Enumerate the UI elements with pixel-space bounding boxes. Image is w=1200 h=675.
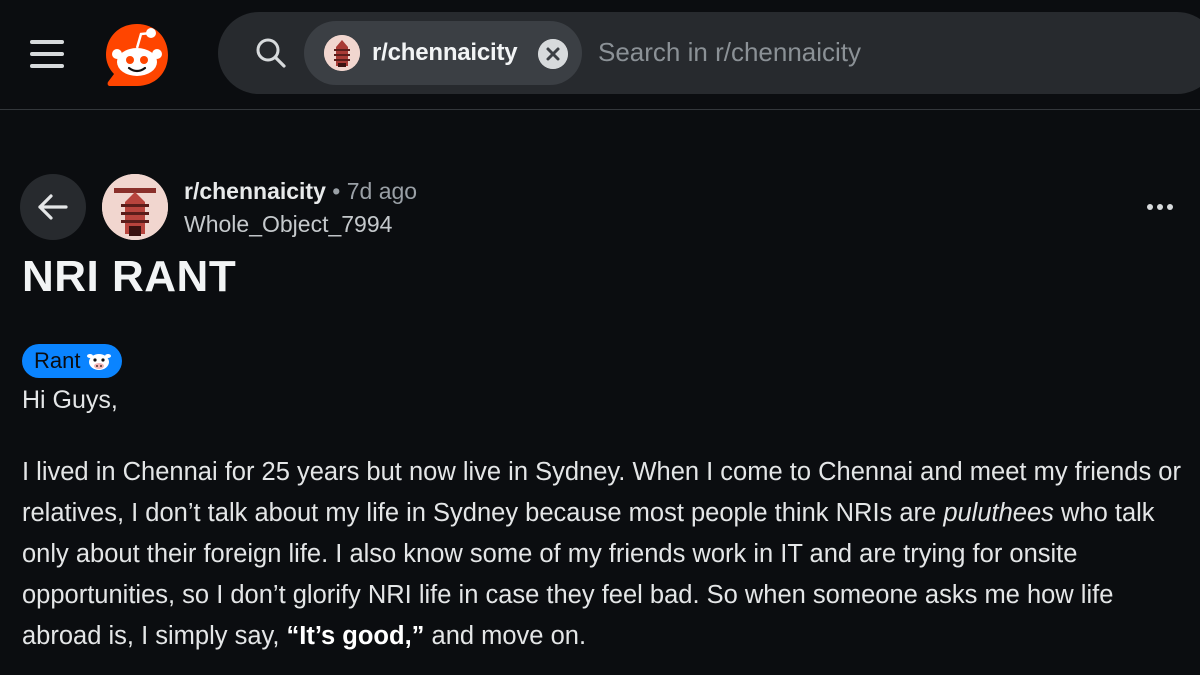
author-link[interactable]: Whole_Object_7994	[184, 211, 392, 238]
post-meta: r/chennaicity • 7d ago	[184, 178, 417, 205]
search-bar[interactable]: r/chennaicity Search in r/chennaicity	[218, 12, 1200, 94]
search-icon[interactable]	[254, 36, 288, 70]
close-circle-icon[interactable]	[538, 39, 568, 69]
cow-emoji-icon	[87, 354, 112, 370]
post-greeting: Hi Guys,	[22, 386, 118, 414]
body-bold-text: “It’s good,”	[286, 622, 425, 650]
arrow-left-icon	[38, 194, 68, 220]
post-timestamp: 7d ago	[346, 178, 418, 204]
post-flair[interactable]: Rant	[22, 344, 123, 378]
more-horizontal-icon[interactable]	[1136, 190, 1184, 224]
search-input[interactable]: Search in r/chennaicity	[598, 37, 861, 68]
meta-separator: •	[332, 178, 341, 204]
post-body: I lived in Chennai for 25 years but now …	[22, 452, 1187, 657]
subreddit-link[interactable]: r/chennaicity	[184, 178, 326, 204]
post-title: NRI RANT	[22, 252, 237, 301]
subreddit-avatar	[324, 35, 360, 71]
chip-label: r/chennaicity	[372, 39, 518, 66]
flair-label: Rant	[34, 348, 81, 373]
body-italic-text: puluthees	[943, 499, 1054, 527]
reddit-logo-icon[interactable]	[104, 22, 170, 88]
back-button[interactable]	[20, 174, 86, 240]
subreddit-avatar[interactable]	[102, 174, 168, 240]
subreddit-scope-chip[interactable]: r/chennaicity	[304, 21, 582, 85]
hamburger-icon[interactable]	[24, 34, 70, 74]
body-text-3: and move on.	[424, 622, 587, 650]
top-bar: r/chennaicity Search in r/chennaicity	[0, 0, 1200, 110]
